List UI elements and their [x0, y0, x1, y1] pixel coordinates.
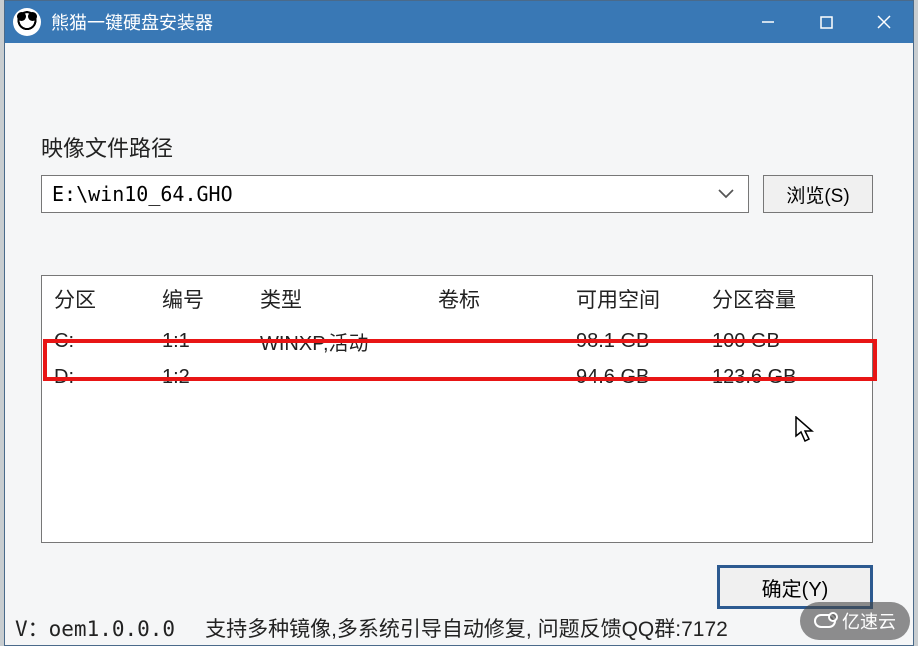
window-title: 熊猫一键硬盘安装器	[51, 9, 739, 35]
header-partition: 分区	[42, 276, 150, 322]
cell-type: WINXP,活动	[248, 322, 426, 361]
ok-row: 确定(Y)	[41, 565, 873, 609]
chevron-down-icon[interactable]	[714, 186, 738, 202]
titlebar: 熊猫一键硬盘安装器	[5, 1, 913, 43]
cell-type	[248, 361, 426, 394]
cell-free: 94.6 GB	[564, 361, 700, 394]
table-row[interactable]: C: 1:1 WINXP,活动 98.1 GB 100 GB	[42, 322, 872, 361]
cloud-icon	[814, 614, 836, 628]
cell-partition: D:	[42, 361, 150, 394]
watermark-text: 亿速云	[842, 608, 896, 634]
maximize-button[interactable]	[797, 1, 855, 43]
image-path-label: 映像文件路径	[41, 131, 873, 163]
cell-partition: C:	[42, 322, 150, 361]
partition-table[interactable]: 分区 编号 类型 卷标 可用空间 分区容量 C: 1:1 WINXP,活动 9	[42, 276, 872, 394]
cell-capacity: 100 GB	[700, 322, 872, 361]
table-header-row: 分区 编号 类型 卷标 可用空间 分区容量	[42, 276, 872, 322]
app-window: 熊猫一键硬盘安装器 映像文件路径 浏览(S)	[4, 0, 914, 646]
header-number: 编号	[150, 276, 248, 322]
partition-table-wrap: 分区 编号 类型 卷标 可用空间 分区容量 C: 1:1 WINXP,活动 9	[41, 275, 873, 543]
version-text: V：oem1.0.0.0	[15, 613, 175, 643]
path-combobox[interactable]	[41, 175, 749, 213]
footer-info: 支持多种镜像,多系统引导自动修复, 问题反馈QQ群:7172	[205, 613, 728, 643]
cell-free: 98.1 GB	[564, 322, 700, 361]
cell-capacity: 123.6 GB	[700, 361, 872, 394]
content-area: 映像文件路径 浏览(S) 分区 编号 类型 卷标 可用空间	[5, 43, 913, 619]
cell-label	[426, 322, 564, 361]
panda-icon	[13, 8, 41, 36]
cell-label	[426, 361, 564, 394]
window-controls	[739, 1, 913, 43]
header-capacity: 分区容量	[700, 276, 872, 322]
watermark: 亿速云	[800, 602, 910, 640]
close-button[interactable]	[855, 1, 913, 43]
path-row: 浏览(S)	[41, 175, 873, 213]
minimize-button[interactable]	[739, 1, 797, 43]
footer: V：oem1.0.0.0 支持多种镜像,多系统引导自动修复, 问题反馈QQ群:7…	[15, 613, 903, 643]
browse-button[interactable]: 浏览(S)	[763, 175, 873, 213]
cell-number: 1:1	[150, 322, 248, 361]
cell-number: 1:2	[150, 361, 248, 394]
header-free: 可用空间	[564, 276, 700, 322]
header-label: 卷标	[426, 276, 564, 322]
header-type: 类型	[248, 276, 426, 322]
image-path-input[interactable]	[52, 182, 714, 206]
table-row[interactable]: D: 1:2 94.6 GB 123.6 GB	[42, 361, 872, 394]
